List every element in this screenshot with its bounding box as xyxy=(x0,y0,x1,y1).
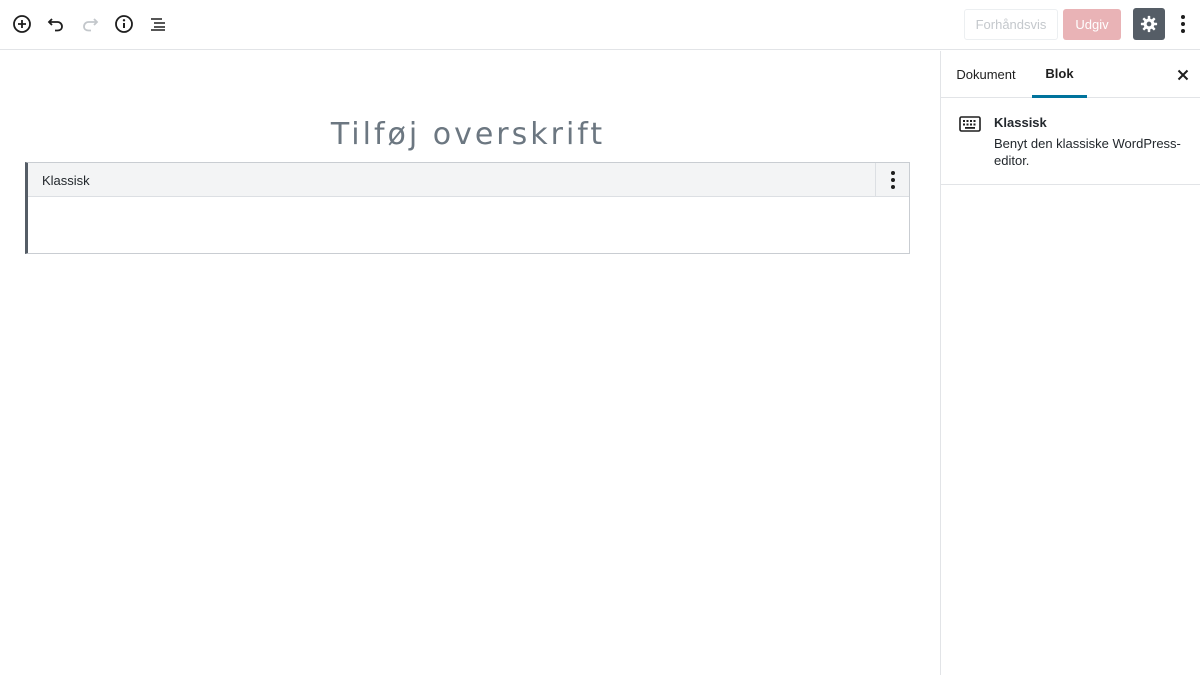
info-icon xyxy=(115,15,133,33)
list-outline-icon xyxy=(151,18,165,31)
classic-block-label: Klassisk xyxy=(42,173,90,188)
close-icon xyxy=(1177,69,1189,81)
block-navigation-button[interactable] xyxy=(142,8,174,40)
classic-block-more-button[interactable] xyxy=(875,163,909,197)
block-name: Klassisk xyxy=(994,115,1047,130)
block-description: Benyt den klassiske WordPress-editor. xyxy=(994,136,1181,168)
top-toolbar: Forhåndsvis Udgiv xyxy=(0,0,1200,50)
settings-sidebar: Dokument Blok Klassisk Benyt den klassis… xyxy=(940,51,1200,675)
preview-button[interactable]: Forhåndsvis xyxy=(964,9,1058,40)
ellipsis-vertical-icon xyxy=(890,171,895,189)
ellipsis-vertical-icon xyxy=(1181,15,1185,33)
close-sidebar-button[interactable] xyxy=(1173,65,1193,85)
publish-button[interactable]: Udgiv xyxy=(1063,9,1121,40)
add-block-button[interactable] xyxy=(6,8,38,40)
redo-button[interactable] xyxy=(74,8,106,40)
keyboard-icon xyxy=(959,116,981,132)
editor-canvas: Tilføj overskrift Klassisk xyxy=(0,51,940,675)
block-card: Klassisk Benyt den klassiske WordPress-e… xyxy=(941,98,1200,185)
tab-document[interactable]: Dokument xyxy=(948,51,1024,98)
more-options-button[interactable] xyxy=(1171,8,1195,40)
gear-icon xyxy=(1140,15,1158,33)
tab-block[interactable]: Blok xyxy=(1032,51,1087,98)
redo-icon xyxy=(83,18,99,32)
undo-icon xyxy=(47,18,63,32)
sidebar-tabs: Dokument Blok xyxy=(941,51,1200,98)
classic-block[interactable]: Klassisk xyxy=(25,162,910,254)
settings-button[interactable] xyxy=(1133,8,1165,40)
info-button[interactable] xyxy=(108,8,140,40)
post-title-input[interactable]: Tilføj overskrift xyxy=(0,117,936,152)
plus-circle-icon xyxy=(13,15,31,33)
undo-button[interactable] xyxy=(40,8,72,40)
classic-block-toolbar: Klassisk xyxy=(28,163,909,197)
